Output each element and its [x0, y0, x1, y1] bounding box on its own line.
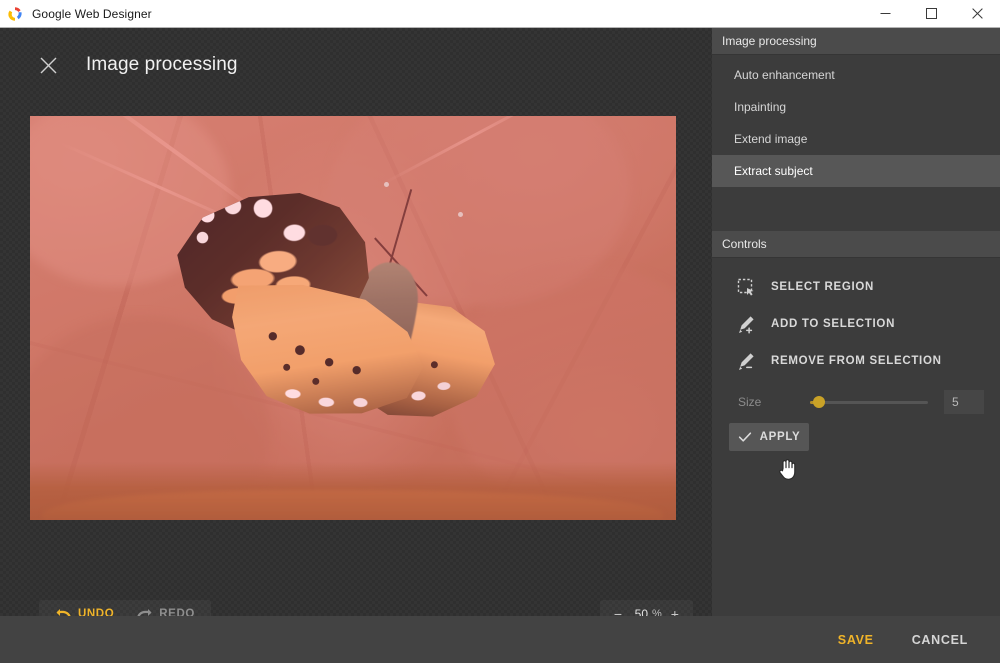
cancel-button[interactable]: CANCEL [902, 627, 978, 653]
minimize-button[interactable] [862, 0, 908, 27]
redo-arrow-icon [136, 607, 153, 616]
marquee-select-icon [734, 275, 758, 299]
dialog-header: Image processing [0, 28, 712, 102]
menu-spacer [712, 187, 1000, 231]
brush-size-slider[interactable] [810, 394, 928, 410]
zoom-in-button[interactable]: + [665, 602, 685, 616]
remove-from-selection-label: REMOVE FROM SELECTION [771, 355, 942, 367]
add-to-selection-button[interactable]: ADD TO SELECTION [712, 305, 1000, 342]
controls-header-label: Controls [722, 237, 767, 251]
dialog-footer: SAVE CANCEL [0, 616, 1000, 663]
antenna-tip-left [384, 182, 389, 187]
zoom-unit-label: % [652, 608, 662, 616]
menu-item-extend-image[interactable]: Extend image [712, 123, 1000, 155]
close-button[interactable] [954, 0, 1000, 27]
zoom-controls: − 50 % + [600, 600, 693, 616]
save-button[interactable]: SAVE [828, 627, 884, 653]
add-to-selection-label: ADD TO SELECTION [771, 318, 895, 330]
zoom-out-button[interactable]: − [608, 602, 628, 616]
redo-button[interactable]: REDO [132, 600, 199, 616]
antenna-tip-right [458, 212, 463, 217]
image-preview[interactable] [30, 116, 676, 520]
butterfly-subject [168, 188, 548, 424]
undo-button[interactable]: UNDO [51, 600, 118, 616]
brush-size-row: Size 5 [712, 387, 1000, 417]
menu-item-extract-subject[interactable]: Extract subject [712, 155, 1000, 187]
undo-label: UNDO [78, 608, 114, 616]
controls-body: SELECT REGION ADD TO SELECTION [712, 258, 1000, 451]
window-titlebar: Google Web Designer [0, 0, 1000, 28]
maximize-button[interactable] [908, 0, 954, 27]
right-sidebar: Image processing Auto enhancement Inpain… [712, 28, 1000, 616]
menu-item-label: Extend image [734, 132, 807, 146]
controls-section-header: Controls [712, 231, 1000, 258]
application-window: Google Web Designer Image processing [0, 0, 1000, 663]
select-region-button[interactable]: SELECT REGION [712, 268, 1000, 305]
menu-item-label: Auto enhancement [734, 68, 835, 82]
image-processing-header-label: Image processing [722, 34, 817, 48]
select-region-label: SELECT REGION [771, 281, 874, 293]
brush-minus-icon [734, 349, 758, 373]
menu-item-label: Extract subject [734, 164, 813, 178]
menu-item-auto-enhancement[interactable]: Auto enhancement [712, 59, 1000, 91]
remove-from-selection-button[interactable]: REMOVE FROM SELECTION [712, 342, 1000, 379]
brush-size-value: 5 [952, 395, 959, 409]
menu-item-label: Inpainting [734, 100, 786, 114]
image-processing-menu: Auto enhancement Inpainting Extend image… [712, 55, 1000, 231]
brush-size-value-field[interactable]: 5 [944, 390, 984, 414]
google-web-designer-logo-icon [6, 5, 24, 23]
redo-label: REDO [159, 608, 195, 616]
zoom-value[interactable]: 50 [628, 607, 648, 616]
image-processing-section-header: Image processing [712, 28, 1000, 55]
check-icon [738, 430, 752, 444]
menu-item-inpainting[interactable]: Inpainting [712, 91, 1000, 123]
image-processing-canvas-area: Image processing [0, 28, 712, 616]
slider-track [810, 401, 928, 404]
brush-plus-icon [734, 312, 758, 336]
apply-label: APPLY [760, 431, 801, 443]
brush-size-label: Size [738, 395, 810, 409]
slider-thumb[interactable] [813, 396, 825, 408]
dialog-title: Image processing [86, 54, 238, 76]
canvas-toolbar: UNDO REDO − 50 % + [0, 568, 712, 616]
history-controls: UNDO REDO [39, 600, 211, 616]
photo-content [30, 116, 676, 520]
apply-button[interactable]: APPLY [729, 423, 809, 451]
window-title: Google Web Designer [32, 7, 152, 21]
undo-arrow-icon [55, 607, 72, 616]
dialog-close-icon[interactable] [34, 51, 62, 79]
